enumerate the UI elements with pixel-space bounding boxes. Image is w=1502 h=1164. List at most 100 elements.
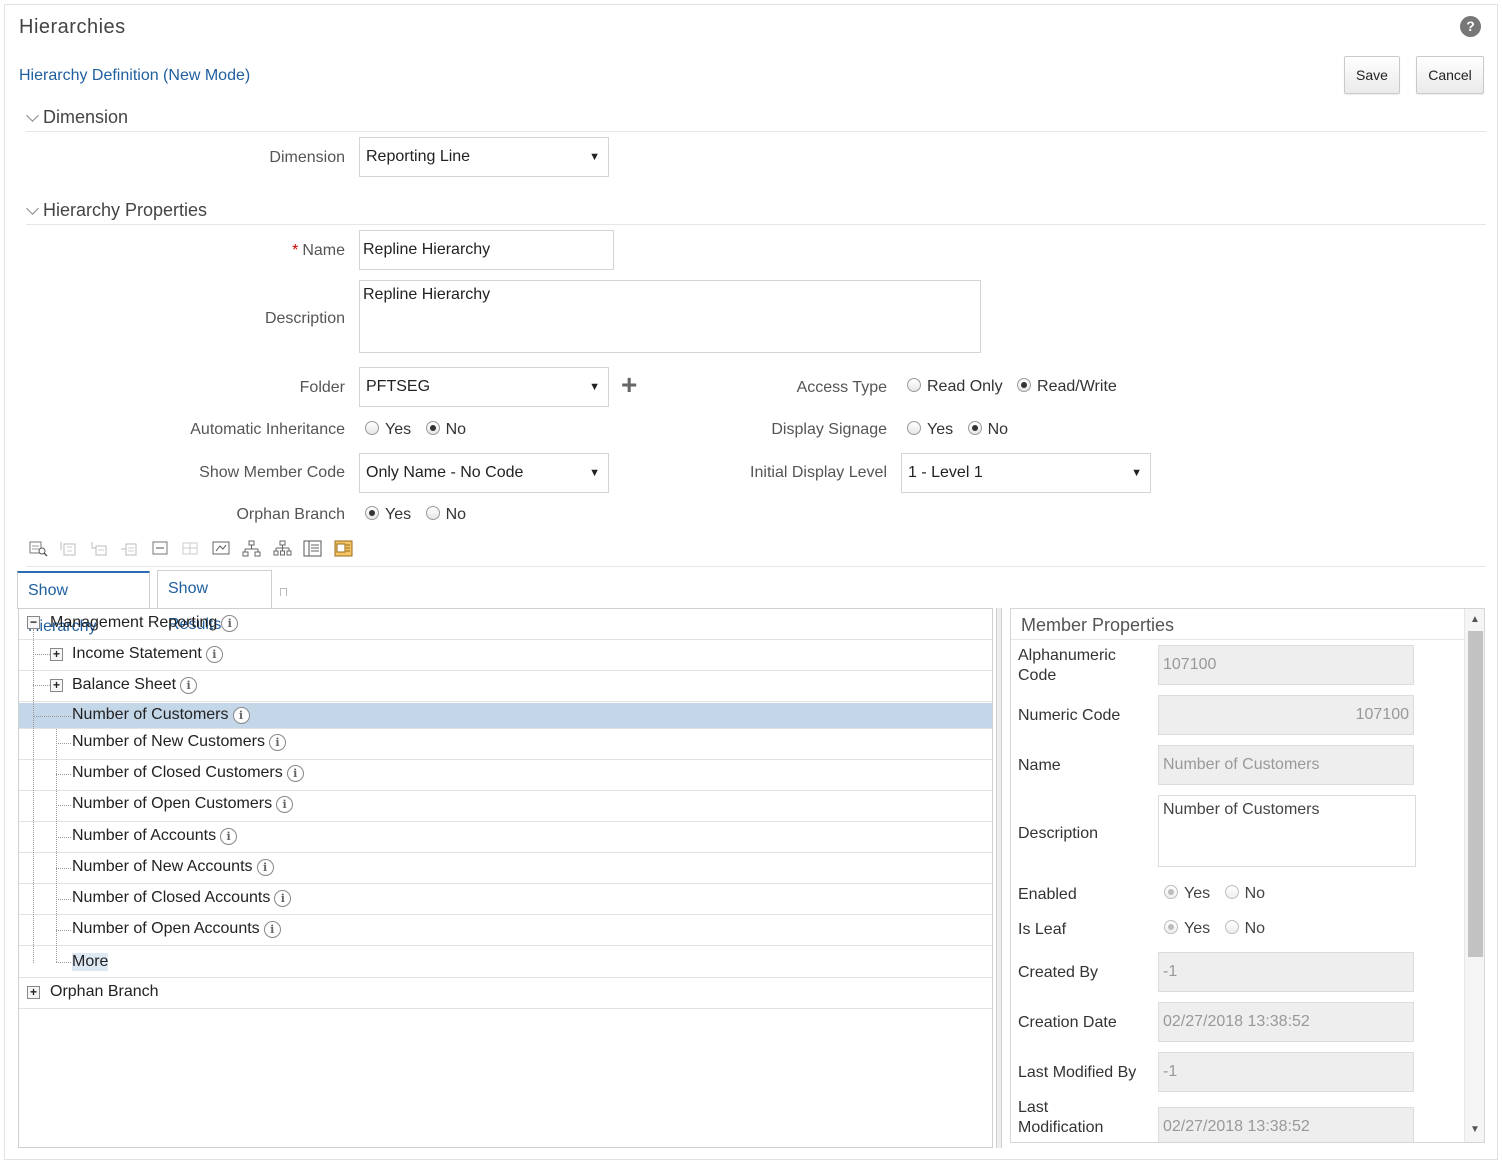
description-textarea[interactable]: Repline Hierarchy [359,280,981,353]
dimension-select[interactable]: Reporting Line ▼ [359,137,609,177]
report-icon[interactable] [334,540,353,557]
radio-display-signage-no[interactable] [967,421,982,435]
properties-icon[interactable] [303,540,322,557]
creation-date-field[interactable]: 02/27/2018 13:38:52 [1158,1002,1414,1042]
orphan-branch-yes-option[interactable]: Yes [365,506,411,523]
radio-orphan-branch-yes[interactable] [365,506,379,520]
tree-node-label[interactable]: Management Reporting [50,614,217,631]
scroll-down-arrow-icon[interactable]: ▼ [1470,1124,1480,1135]
info-icon[interactable]: i [220,828,238,845]
is-leaf-radio-group: Yes No [1164,920,1275,938]
tree-node-label[interactable]: Number of Customers [72,706,229,723]
show-member-code-select[interactable]: Only Name - No Code ▼ [359,453,609,493]
access-read-only-option[interactable]: Read Only [907,378,1003,395]
expand-branch-icon[interactable] [181,540,200,557]
auto-inherit-no-option[interactable]: No [425,421,466,438]
auto-inherit-yes-option[interactable]: Yes [365,421,411,438]
last-modified-by-field[interactable]: -1 [1158,1052,1414,1092]
org-chart-icon[interactable] [273,540,292,557]
add-folder-plus-icon[interactable]: + [621,371,637,399]
scroll-up-arrow-icon[interactable]: ▲ [1470,614,1480,625]
info-icon[interactable]: i [268,734,286,751]
tree-node-orphan[interactable]: + Orphan Branch [19,978,992,1009]
member-name-field[interactable]: Number of Customers [1158,745,1414,785]
info-icon[interactable]: i [286,765,304,782]
add-sibling-icon[interactable] [90,540,109,557]
member-description-textarea[interactable]: Number of Customers [1158,795,1416,867]
add-parent-icon[interactable] [120,540,139,557]
display-signage-no-option[interactable]: No [967,421,1008,438]
tree-node-label[interactable]: Number of Open Customers [72,795,272,812]
dimension-select-value: Reporting Line [366,148,471,165]
orphan-branch-no-option[interactable]: No [425,506,466,523]
cancel-button[interactable]: Cancel [1416,56,1484,94]
tab-show-hierarchy[interactable]: Show Hierarchy [17,571,150,635]
expand-all-icon[interactable] [212,540,231,557]
tree-view-icon[interactable] [242,540,261,557]
required-mark: * [292,242,299,259]
tree-node-label[interactable]: Number of Closed Accounts [72,889,270,906]
access-read-write-option[interactable]: Read/Write [1017,378,1117,395]
display-signage-yes-option[interactable]: Yes [907,421,953,438]
collapse-node-icon[interactable]: − [27,616,40,629]
expand-node-icon[interactable]: + [50,679,63,692]
collapse-icon[interactable] [151,540,170,557]
radio-orphan-branch-no[interactable] [425,506,440,520]
info-icon[interactable]: i [276,796,294,813]
tree-node-label[interactable]: Number of Accounts [72,827,216,844]
tree-node[interactable]: Number of Closed Accounts i [19,884,992,915]
folder-select[interactable]: PFTSEG ▼ [359,367,609,407]
member-properties-header[interactable]: Member Properties [1021,615,1174,636]
tree-node-label[interactable]: Number of Closed Customers [72,764,283,781]
radio-auto-inherit-yes[interactable] [365,421,379,435]
more-link[interactable]: More [72,953,109,971]
search-members-icon[interactable] [29,540,48,557]
add-child-icon[interactable] [59,540,78,557]
radio-display-signage-yes[interactable] [907,421,921,435]
created-by-field[interactable]: -1 [1158,952,1414,992]
name-input[interactable]: Repline Hierarchy [359,230,614,270]
radio-read-only[interactable] [907,378,921,392]
tree-node-label[interactable]: Number of New Accounts [72,858,253,875]
info-icon[interactable]: i [205,646,223,663]
info-icon[interactable]: i [221,615,239,632]
tree-node-label[interactable]: Number of Open Accounts [72,920,260,937]
tree-node-selected[interactable]: Number of Customers i [19,703,992,729]
tab-overflow-icon[interactable] [280,588,287,596]
tree-node-label[interactable]: Balance Sheet [72,676,176,693]
tab-show-results[interactable]: Show Results [157,570,272,633]
save-button[interactable]: Save [1344,56,1400,94]
panel-splitter[interactable] [996,608,1002,1148]
numeric-code-field[interactable]: 107100 [1158,695,1414,735]
last-modification-field[interactable]: 02/27/2018 13:38:52 [1158,1107,1414,1142]
tree-node-root[interactable]: − Management Reporting i [19,609,992,640]
info-icon[interactable]: i [232,707,250,724]
alphanumeric-code-field[interactable]: 107100 [1158,645,1414,685]
tree-node[interactable]: Number of New Accounts i [19,853,992,884]
scrollbar-thumb[interactable] [1468,631,1483,957]
help-icon[interactable]: ? [1460,16,1481,37]
tree-node[interactable]: Number of Open Accounts i [19,915,992,946]
tree-node-label[interactable]: Income Statement [72,645,202,662]
tree-node[interactable]: Number of Closed Customers i [19,760,992,791]
tree-node-label[interactable]: Number of New Customers [72,733,265,750]
tree-node[interactable]: + Income Statement i [19,640,992,671]
radio-auto-inherit-no[interactable] [425,421,440,435]
expand-node-icon[interactable]: + [27,986,40,999]
info-icon[interactable]: i [263,921,281,938]
info-icon[interactable]: i [256,859,274,876]
initial-display-level-select[interactable]: 1 - Level 1 ▼ [901,453,1151,493]
tree-node[interactable]: Number of Accounts i [19,822,992,853]
expand-node-icon[interactable]: + [50,648,63,661]
tree-node[interactable]: + Balance Sheet i [19,671,992,702]
tree-node-more[interactable]: More [19,947,992,978]
dimension-section-header[interactable]: Dimension [26,107,128,128]
hierarchy-properties-section-header[interactable]: Hierarchy Properties [26,200,207,221]
tree-node[interactable]: Number of Open Customers i [19,791,992,822]
properties-scrollbar[interactable]: ▲ ▼ [1464,609,1484,1142]
info-icon[interactable]: i [274,890,292,907]
radio-read-write[interactable] [1017,378,1032,392]
tree-node[interactable]: Number of New Customers i [19,729,992,760]
info-icon[interactable]: i [180,677,198,694]
tree-node-label[interactable]: Orphan Branch [50,983,159,1001]
